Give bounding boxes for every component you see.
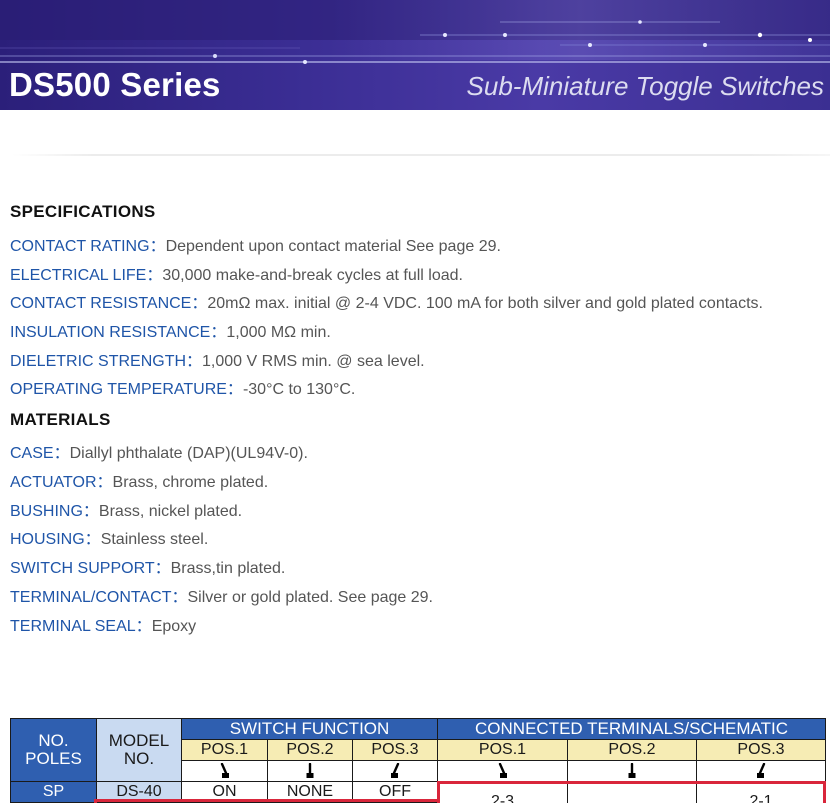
lever-cell	[267, 760, 353, 782]
material-separator: ：	[96, 474, 113, 491]
header-ct-pos2: POS.2	[567, 739, 697, 761]
material-label: SWITCH SUPPORT	[10, 560, 155, 577]
material-label: HOUSING	[10, 531, 85, 548]
lever-cell	[437, 760, 568, 782]
switch-function-table: NO. POLES MODEL NO. SWITCH FUNCTION CONN…	[10, 718, 826, 803]
series-title: DS500 Series	[9, 66, 221, 103]
material-label: TERMINAL SEAL	[10, 618, 136, 635]
material-value: Brass, nickel plated.	[98, 503, 243, 520]
highlight-row-box	[94, 799, 440, 803]
spec-label: CONTACT RATING	[10, 238, 150, 255]
material-terminal-contact: TERMINAL/CONTACT：Silver or gold plated. …	[10, 583, 433, 607]
spec-value: Dependent upon contact material See page…	[165, 238, 501, 255]
divider	[12, 154, 830, 156]
spec-contact-rating: CONTACT RATING：Dependent upon contact ma…	[10, 232, 501, 256]
header-no-poles-line2: POLES	[25, 749, 82, 768]
spec-value: -30°C to 130°C.	[242, 381, 356, 398]
header-switch-function: SWITCH FUNCTION	[181, 718, 438, 740]
header-sf-pos3: POS.3	[352, 739, 438, 761]
spec-value: 1,000 MΩ min.	[226, 324, 331, 341]
material-value: Epoxy	[151, 618, 197, 635]
spec-label: INSULATION RESISTANCE	[10, 324, 211, 341]
header-sf-pos1: POS.1	[181, 739, 268, 761]
spec-separator: ：	[191, 295, 208, 312]
material-terminal-seal: TERMINAL SEAL：Epoxy	[10, 612, 196, 636]
toggle-lever-left-icon	[220, 763, 229, 778]
material-value: Silver or gold plated. See page 29.	[187, 589, 434, 606]
spec-operating-temperature: OPERATING TEMPERATURE：-30°C to 130°C.	[10, 375, 355, 399]
spec-separator: ：	[146, 267, 163, 284]
lever-cell	[181, 760, 268, 782]
material-actuator: ACTUATOR：Brass, chrome plated.	[10, 468, 268, 492]
toggle-lever-left-icon	[498, 763, 507, 778]
toggle-lever-right-icon	[757, 763, 766, 778]
spec-separator: ：	[210, 324, 227, 341]
material-label: ACTUATOR	[10, 474, 97, 491]
header-no-poles: NO. POLES	[10, 718, 97, 782]
material-switch-support: SWITCH SUPPORT：Brass,tin plated.	[10, 554, 285, 578]
material-separator: ：	[171, 589, 188, 606]
series-subtitle: Sub-Miniature Toggle Switches	[466, 71, 824, 101]
cell-poles: SP	[10, 781, 97, 803]
material-bushing: BUSHING：Brass, nickel plated.	[10, 497, 242, 521]
spec-electrical-life: ELECTRICAL LIFE：30,000 make-and-break cy…	[10, 261, 463, 285]
material-separator: ：	[84, 531, 101, 548]
spec-value: 1,000 V RMS min. @ sea level.	[202, 353, 425, 370]
spec-label: OPERATING TEMPERATURE	[10, 381, 227, 398]
spec-insulation-resistance: INSULATION RESISTANCE：1,000 MΩ min.	[10, 318, 331, 342]
spec-separator: ：	[186, 353, 203, 370]
lever-cell	[696, 760, 826, 782]
header-no-poles-line1: NO.	[38, 731, 69, 751]
spec-label: DIELETRIC STRENGTH	[10, 353, 187, 370]
material-separator: ：	[82, 503, 99, 520]
material-separator: ：	[135, 618, 152, 635]
header-connected-terminals: CONNECTED TERMINALS/SCHEMATIC	[437, 718, 826, 740]
spec-contact-resistance: CONTACT RESISTANCE：20mΩ max. initial @ 2…	[10, 289, 763, 313]
spec-separator: ：	[226, 381, 243, 398]
spec-value: 20mΩ max. initial @ 2-4 VDC. 100 mA for …	[207, 295, 763, 312]
highlight-schematic-box	[437, 781, 826, 803]
spec-value: 30,000 make-and-break cycles at full loa…	[162, 267, 463, 284]
header-ct-pos1: POS.1	[437, 739, 568, 761]
spec-label: ELECTRICAL LIFE	[10, 267, 147, 284]
header-banner: DS500 Series Sub-Miniature Toggle Switch…	[0, 0, 830, 110]
header-model-line2: NO.	[123, 749, 155, 768]
spec-dielectric-strength: DIELETRIC STRENGTH：1,000 V RMS min. @ se…	[10, 347, 425, 371]
material-value: Brass, chrome plated.	[112, 474, 269, 491]
material-label: BUSHING	[10, 503, 83, 520]
toggle-lever-center-icon	[628, 763, 636, 778]
material-separator: ：	[53, 445, 70, 462]
lever-cell	[567, 760, 697, 782]
material-value: Diallyl phthalate (DAP)(UL94V-0).	[69, 445, 308, 462]
material-value: Stainless steel.	[100, 531, 209, 548]
toggle-lever-right-icon	[391, 763, 400, 778]
material-label: TERMINAL/CONTACT	[10, 589, 172, 606]
toggle-lever-center-icon	[306, 763, 314, 778]
header-model-line1: MODEL	[108, 731, 170, 751]
header-model-no: MODEL NO.	[96, 718, 182, 782]
material-separator: ：	[154, 560, 171, 577]
material-label: CASE	[10, 445, 54, 462]
lever-cell	[352, 760, 438, 782]
spec-label: CONTACT RESISTANCE	[10, 295, 192, 312]
materials-heading: MATERIALS	[10, 410, 111, 429]
material-value: Brass,tin plated.	[170, 560, 286, 577]
header-ct-pos3: POS.3	[696, 739, 826, 761]
material-case: CASE：Diallyl phthalate (DAP)(UL94V-0).	[10, 439, 308, 463]
spec-separator: ：	[149, 238, 166, 255]
header-sf-pos2: POS.2	[267, 739, 353, 761]
material-housing: HOUSING：Stainless steel.	[10, 525, 208, 549]
specifications-heading: SPECIFICATIONS	[10, 202, 156, 221]
